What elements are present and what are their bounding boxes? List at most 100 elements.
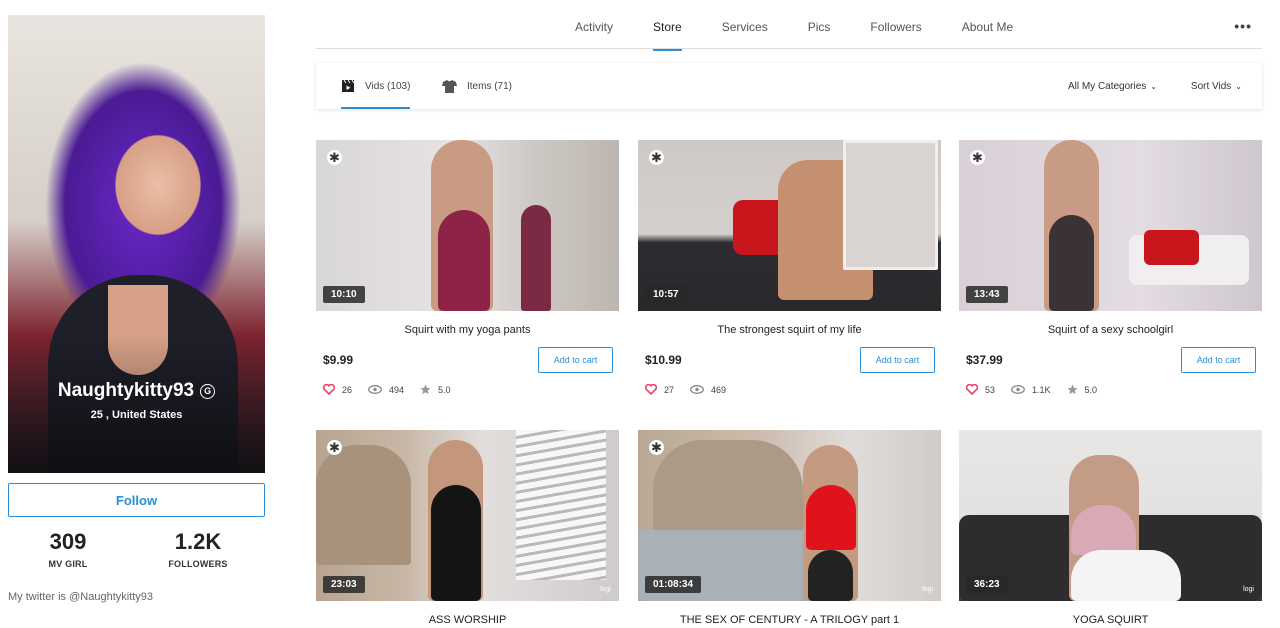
- tshirt-icon: [442, 79, 457, 93]
- aperture-icon: ✱: [327, 150, 342, 165]
- aperture-icon: ✱: [649, 150, 664, 165]
- video-card[interactable]: ✱ 10:57 The strongest squirt of my life …: [638, 140, 941, 395]
- video-duration: 23:03: [323, 576, 365, 593]
- watermark: logi: [600, 586, 611, 593]
- thumbnail-headboard: [316, 445, 411, 565]
- view-count: 494: [389, 384, 405, 395]
- star-icon: [420, 384, 431, 395]
- video-thumbnail[interactable]: ✱ 23:03 logi: [316, 430, 619, 601]
- price-row: $9.99 Add to cart: [316, 347, 619, 373]
- stat-value: 1.2K: [174, 529, 222, 554]
- heart-icon[interactable]: [645, 384, 657, 395]
- price-row: $10.99 Add to cart: [638, 347, 941, 373]
- watermark: logi: [1243, 586, 1254, 593]
- video-card[interactable]: ✱ 23:03 logi ASS WORSHIP: [316, 430, 619, 628]
- add-to-cart-button[interactable]: Add to cart: [538, 347, 613, 373]
- video-stats: 27 469: [645, 384, 941, 395]
- video-duration: 36:23: [966, 576, 1008, 593]
- video-duration: 01:08:34: [645, 576, 702, 593]
- video-thumbnail[interactable]: 36:23 logi: [959, 430, 1262, 601]
- profile-photo[interactable]: Naughtykitty93 G 25 , United States: [8, 15, 265, 473]
- verified-badge-icon: G: [200, 384, 216, 399]
- thumbnail-stockings: [1071, 550, 1181, 601]
- more-options-icon[interactable]: •••: [1234, 18, 1252, 34]
- video-duration: 10:10: [323, 286, 365, 303]
- video-duration: 10:57: [645, 286, 687, 303]
- video-card[interactable]: 36:23 logi YOGA SQUIRT: [959, 430, 1262, 628]
- profile-stats: 309 MV GIRL 1.2K FOLLOWERS: [8, 529, 265, 569]
- aperture-icon: ✱: [649, 440, 664, 455]
- profile-photo-shade: [8, 333, 265, 473]
- view-count: 1.1K: [1032, 384, 1051, 395]
- rating: 5.0: [438, 384, 451, 395]
- eye-icon: [690, 385, 704, 394]
- thumbnail-blinds: [516, 430, 606, 580]
- eye-icon: [1011, 385, 1025, 394]
- star-icon: [1067, 384, 1078, 395]
- thumbnail-stockings: [808, 550, 853, 601]
- tab-about-me[interactable]: About Me: [962, 20, 1013, 51]
- aperture-icon: ✱: [327, 440, 342, 455]
- profile-sidebar: Naughtykitty93 G 25 , United States Follo…: [8, 15, 265, 603]
- tab-followers[interactable]: Followers: [870, 20, 921, 51]
- video-card[interactable]: ✱ 13:43 Squirt of a sexy schoolgirl $37.…: [959, 140, 1262, 395]
- thumbnail-top: [1071, 505, 1136, 555]
- thumbnail-dress: [431, 485, 481, 601]
- thumbnail-dress: [806, 485, 856, 550]
- heart-icon[interactable]: [323, 384, 335, 395]
- profile-bio: My twitter is @Naughtykitty93: [8, 591, 154, 603]
- stat-value: 309: [49, 529, 87, 554]
- video-title[interactable]: Squirt of a sexy schoolgirl: [959, 324, 1262, 338]
- video-card[interactable]: ✱ 10:10 Squirt with my yoga pants $9.99 …: [316, 140, 619, 395]
- profile-meta: 25 , United States: [90, 409, 183, 421]
- vids-label: Vids (103): [365, 80, 411, 92]
- video-thumbnail[interactable]: ✱ 01:08:34 logi: [638, 430, 941, 601]
- video-thumbnail[interactable]: ✱ 10:10: [316, 140, 619, 311]
- video-thumbnail[interactable]: ✱ 10:57: [638, 140, 941, 311]
- thumbnail-mirror: [843, 140, 938, 270]
- add-to-cart-button[interactable]: Add to cart: [860, 347, 935, 373]
- profile-name: Naughtykitty93: [57, 380, 195, 401]
- profile-name-row: Naughtykitty93 G: [8, 380, 265, 402]
- video-price: $9.99: [323, 353, 354, 367]
- video-price: $10.99: [645, 353, 682, 367]
- sort-label: Sort Vids: [1190, 81, 1232, 92]
- video-stats: 26 494 5.0: [323, 384, 619, 395]
- view-count: 469: [711, 384, 727, 395]
- categories-label: All My Categories: [1067, 81, 1147, 92]
- like-count: 26: [342, 384, 353, 395]
- stat-mv-girl[interactable]: 309 MV GIRL: [8, 529, 128, 569]
- heart-icon[interactable]: [966, 384, 978, 395]
- tab-services[interactable]: Services: [722, 20, 768, 51]
- price-row: $37.99 Add to cart: [959, 347, 1262, 373]
- video-title[interactable]: The strongest squirt of my life: [638, 324, 941, 338]
- thumbnail-figure: [438, 210, 490, 311]
- video-price: $37.99: [966, 353, 1003, 367]
- aperture-icon: ✱: [970, 150, 985, 165]
- profile-nav: Activity Store Services Pics Followers A…: [316, 0, 1262, 51]
- eye-icon: [368, 385, 382, 394]
- tab-store[interactable]: Store: [653, 20, 682, 51]
- categories-dropdown[interactable]: All My Categories ⌄: [1068, 81, 1157, 92]
- items-label: Items (71): [467, 80, 513, 92]
- video-card[interactable]: ✱ 01:08:34 logi THE SEX OF CENTURY - A T…: [638, 430, 941, 628]
- like-count: 27: [664, 384, 675, 395]
- video-clapper-icon: [342, 79, 355, 92]
- chevron-down-icon: ⌄: [1235, 82, 1242, 91]
- tab-vids[interactable]: Vids (103): [341, 63, 411, 109]
- stat-label: FOLLOWERS: [168, 559, 228, 569]
- video-duration: 13:43: [966, 286, 1008, 303]
- video-thumbnail[interactable]: ✱ 13:43: [959, 140, 1262, 311]
- tab-activity[interactable]: Activity: [575, 20, 613, 51]
- add-to-cart-button[interactable]: Add to cart: [1181, 347, 1256, 373]
- stat-followers[interactable]: 1.2K FOLLOWERS: [138, 529, 258, 569]
- video-title[interactable]: Squirt with my yoga pants: [316, 324, 619, 338]
- watermark: logi: [922, 586, 933, 593]
- tab-items[interactable]: Items (71): [442, 63, 512, 109]
- sort-dropdown[interactable]: Sort Vids ⌄: [1191, 81, 1242, 92]
- follow-button[interactable]: Follow: [8, 483, 265, 517]
- tab-pics[interactable]: Pics: [808, 20, 831, 51]
- thumbnail-figure: [521, 205, 551, 311]
- video-stats: 53 1.1K 5.0: [966, 384, 1262, 395]
- thumbnail-pillow: [1144, 230, 1199, 265]
